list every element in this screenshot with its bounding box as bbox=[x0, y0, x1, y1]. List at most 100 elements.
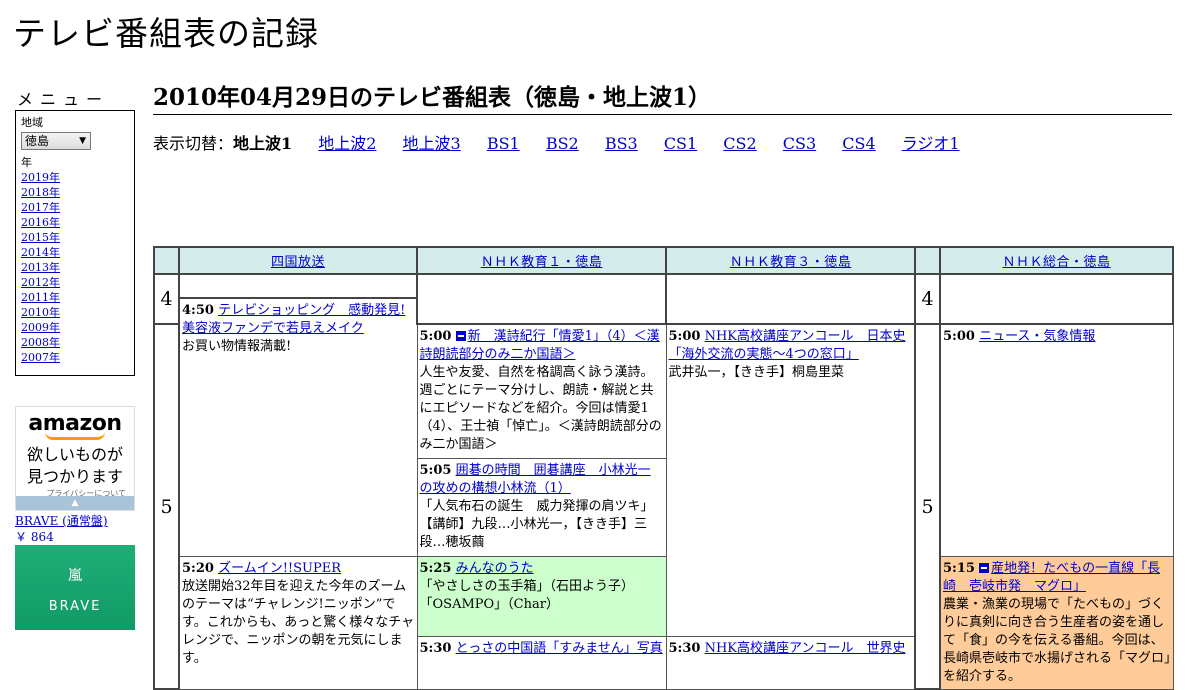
year-link[interactable]: 2017年 bbox=[21, 201, 60, 214]
program-desc: 放送開始32年目を迎えた今年のズームのテーマは“チャレンジ!ニッポン”です。これ… bbox=[182, 578, 415, 666]
chevron-up-icon[interactable]: ▲ bbox=[16, 496, 134, 510]
region-select[interactable]: 徳島 ▼ bbox=[21, 132, 91, 150]
program-title-link[interactable]: ニュース・気象情報 bbox=[979, 329, 1095, 344]
product-image[interactable]: 嵐 BRAVE bbox=[15, 545, 135, 630]
year-link[interactable]: 2018年 bbox=[21, 186, 60, 199]
program-time: 5:20 bbox=[182, 560, 214, 576]
product-image-line2: BRAVE bbox=[48, 599, 102, 614]
ad-text-line1: 欲しいものが bbox=[26, 445, 123, 464]
channel-link[interactable]: ＮＨＫ総合・徳島 bbox=[1002, 255, 1110, 270]
program-title-link[interactable]: 囲碁の時間 囲碁講座 小林光一の攻めの構想小林流（1） bbox=[420, 463, 651, 496]
channel-header: ＮＨＫ総合・徳島 bbox=[939, 246, 1174, 275]
hour-header bbox=[153, 246, 180, 275]
switch-link[interactable]: BS2 bbox=[546, 134, 579, 153]
caption-icon bbox=[979, 562, 990, 573]
program-time: 5:00 bbox=[668, 329, 701, 344]
year-link[interactable]: 2007年 bbox=[21, 351, 60, 364]
year-link[interactable]: 2014年 bbox=[21, 246, 60, 259]
hour-header bbox=[914, 246, 941, 275]
amazon-ad[interactable]: amazon 欲しいものが 見つかります プライバシーについて ▲ bbox=[15, 406, 135, 511]
year-link[interactable]: 2013年 bbox=[21, 261, 60, 274]
empty-slot bbox=[416, 273, 667, 325]
program-desc: 武井弘一，【きき手】桐島里菜 bbox=[668, 365, 845, 380]
year-link[interactable]: 2015年 bbox=[21, 231, 60, 244]
program-desc: 人生や友愛、自然を格調高く詠う漢詩。週ごとにテーマ分けし、朗読・解説と共にエピソ… bbox=[419, 365, 662, 452]
program-cell: 5:25 みんなのうた 「やさしさの玉手箱」（石田よう子）「OSAMPO」（Ch… bbox=[416, 555, 667, 638]
hour-cell: 5 bbox=[153, 323, 180, 690]
program-time: 5:25 bbox=[419, 560, 452, 576]
switch-link[interactable]: CS4 bbox=[842, 134, 875, 153]
program-cell: 5:00 新 漢詩紀行「情愛1」（4）＜漢詩朗読部分のみ二か国語＞ 人生や友愛、… bbox=[416, 323, 667, 459]
view-switcher: 表示切替：地上波1 地上波2 地上波3 BS1 BS2 BS3 CS1 CS2 … bbox=[153, 134, 981, 154]
region-label: 地域 bbox=[21, 116, 43, 129]
switch-link[interactable]: CS1 bbox=[664, 134, 697, 153]
product-image-line1: 嵐 bbox=[68, 568, 82, 584]
program-cell: 5:15 産地発！たべもの一直線「長崎 壱岐市発 マグロ」 農業・漁業の現場で「… bbox=[939, 555, 1174, 690]
switch-link[interactable]: 地上波2 bbox=[318, 134, 376, 153]
program-desc: お買い物情報満載! bbox=[182, 339, 292, 354]
channel-header: ＮＨＫ教育１・徳島 bbox=[416, 246, 667, 275]
program-desc: 農業・漁業の現場で「たべもの」づくりに真剣に向き合う生産者の姿を通して「食」の今… bbox=[943, 596, 1171, 684]
empty-slot bbox=[665, 273, 916, 325]
year-link[interactable]: 2016年 bbox=[21, 216, 60, 229]
caption-icon bbox=[455, 331, 466, 341]
switch-current: 地上波1 bbox=[233, 134, 293, 153]
switch-link[interactable]: 地上波3 bbox=[403, 134, 461, 153]
year-link[interactable]: 2010年 bbox=[21, 306, 60, 319]
program-cell: 4:50 テレビショッピング 感動発見!美容液ファンデで若見えメイク お買い物情… bbox=[178, 297, 418, 557]
channel-link[interactable]: ＮＨＫ教育１・徳島 bbox=[481, 255, 603, 270]
program-time: 5:30 bbox=[668, 641, 701, 657]
hour-cell: 4 bbox=[914, 273, 941, 325]
program-cell: 5:20 ズームイン!!SUPER 放送開始32年目を迎えた今年のズームのテーマ… bbox=[178, 555, 418, 690]
program-title-link[interactable]: みんなのうた bbox=[456, 561, 534, 576]
empty-slot bbox=[939, 273, 1174, 325]
ad-text-line2: 見つかります bbox=[26, 467, 123, 486]
hour-cell: 5 bbox=[914, 323, 941, 690]
channel-link[interactable]: 四国放送 bbox=[271, 255, 325, 270]
switch-link[interactable]: CS3 bbox=[783, 134, 816, 153]
year-link[interactable]: 2012年 bbox=[21, 276, 60, 289]
program-desc: 「やさしさの玉手箱」（石田よう子）「OSAMPO」（Char） bbox=[419, 578, 635, 612]
program-time: 5:00 bbox=[943, 329, 975, 344]
program-title-link[interactable]: テレビショッピング 感動発見!美容液ファンデで若見えメイク bbox=[182, 303, 405, 336]
program-title-link[interactable]: とっさの中国語「すみません」写真 bbox=[456, 641, 663, 656]
switch-link[interactable]: CS2 bbox=[723, 134, 756, 153]
hour-cell: 4 bbox=[153, 273, 180, 325]
switch-link[interactable]: BS3 bbox=[605, 134, 638, 153]
schedule-table: 四国放送 ＮＨＫ教育１・徳島 ＮＨＫ教育３・徳島 ＮＨＫ総合・徳島 4 4 4:… bbox=[153, 246, 1174, 690]
program-time: 5:15 bbox=[943, 560, 975, 576]
program-title-link[interactable]: NHK高校講座アンコール 世界史 bbox=[705, 641, 906, 656]
chevron-down-icon: ▼ bbox=[79, 136, 86, 146]
program-desc: 「人気布石の誕生 威力発揮の肩ツキ」【講師】九段…小林光一，【きき手】三段…穂坂… bbox=[419, 498, 654, 550]
year-link[interactable]: 2011年 bbox=[21, 291, 60, 304]
region-value: 徳島 bbox=[25, 134, 50, 148]
program-time: 4:50 bbox=[182, 303, 214, 318]
product-name-link[interactable]: BRAVE (通常盤) bbox=[15, 512, 108, 529]
program-title-link[interactable]: NHK高校講座アンコール 日本史「海外交流の実態～4つの窓口」 bbox=[669, 329, 906, 362]
switch-label: 表示切替： bbox=[153, 134, 234, 153]
year-label: 年 bbox=[21, 156, 32, 169]
program-cell: 5:30 とっさの中国語「すみません」写真 bbox=[416, 636, 667, 690]
program-cell: 5:30 NHK高校講座アンコール 世界史 bbox=[665, 636, 916, 690]
empty-slot bbox=[178, 273, 418, 299]
year-link[interactable]: 2009年 bbox=[21, 321, 60, 334]
program-title-link[interactable]: ズームイン!!SUPER bbox=[218, 561, 341, 576]
program-time: 5:05 bbox=[419, 462, 452, 478]
channel-link[interactable]: ＮＨＫ教育３・徳島 bbox=[730, 255, 852, 270]
program-cell: 5:05 囲碁の時間 囲碁講座 小林光一の攻めの構想小林流（1） 「人気布石の誕… bbox=[416, 457, 667, 557]
channel-header: ＮＨＫ教育３・徳島 bbox=[665, 246, 916, 275]
program-cell: 5:00 NHK高校講座アンコール 日本史「海外交流の実態～4つの窓口」 武井弘… bbox=[665, 323, 916, 638]
switch-link[interactable]: ラジオ1 bbox=[902, 134, 960, 153]
program-cell: 5:00 ニュース・気象情報 bbox=[939, 323, 1174, 557]
year-link[interactable]: 2019年 bbox=[21, 171, 60, 184]
product-price: ￥ 864 bbox=[15, 530, 54, 544]
program-title-link[interactable]: 産地発！たべもの一直線「長崎 壱岐市発 マグロ」 bbox=[943, 561, 1160, 594]
menu-title: メニュー bbox=[17, 90, 110, 109]
program-time: 5:00 bbox=[419, 329, 452, 344]
year-list: 2019年 2018年 2017年 2016年 2015年 2014年 2013… bbox=[21, 170, 129, 365]
switch-link[interactable]: BS1 bbox=[487, 134, 520, 153]
year-link[interactable]: 2008年 bbox=[21, 336, 60, 349]
page-heading: 2010年04月29日のテレビ番組表（徳島・地上波1） bbox=[153, 82, 1172, 115]
channel-header: 四国放送 bbox=[178, 246, 418, 275]
amazon-logo: amazon bbox=[28, 411, 122, 436]
